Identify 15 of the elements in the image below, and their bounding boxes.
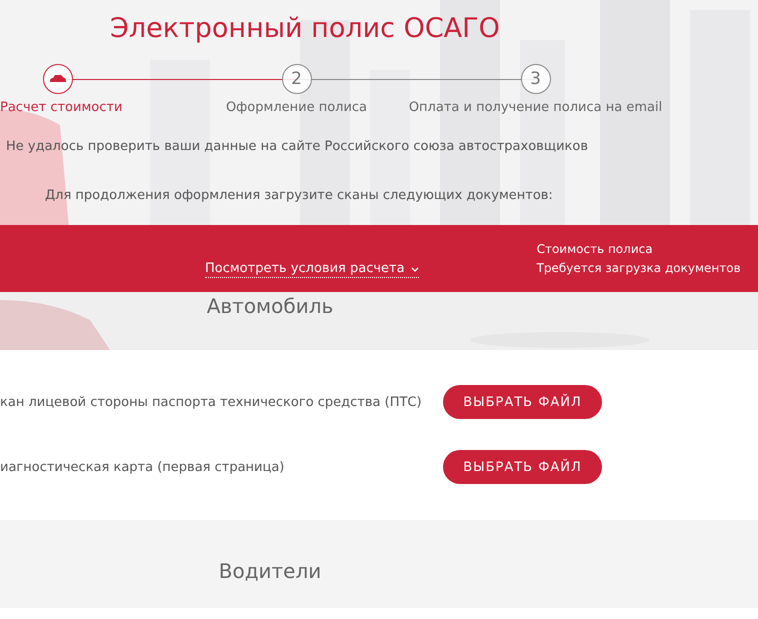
price-label: Стоимость полиса <box>536 241 654 258</box>
step-label: Оформление полиса <box>226 100 368 115</box>
price-status: Требуется загрузка документов <box>536 260 741 277</box>
section-title: Автомобиль <box>206 294 334 318</box>
step-label: Расчет стоимости <box>0 100 122 115</box>
section-title: Водители <box>218 559 322 583</box>
status-message: Не удалось проверить ваши данные на сайте Российского союза автостраховщиков <box>6 138 588 156</box>
document-label: кан лицевой стороны паспорта технического средства (ПТС) <box>0 394 423 410</box>
page-title: Электронный полис ОСАГО <box>110 12 500 46</box>
step-label: Оплата и получение полиса на email <box>408 100 662 115</box>
choose-file-button[interactable]: ВЫБРАТЬ ФАЙЛ <box>443 385 602 419</box>
conditions-link[interactable]: Посмотреть условия расчета <box>205 261 419 278</box>
status-message: Для продолжения оформления загрузите сканы следующих документов: <box>45 187 553 205</box>
document-label: иагностическая карта (первая страница) <box>0 460 286 474</box>
choose-file-button[interactable]: ВЫБРАТЬ ФАЙЛ <box>443 450 602 484</box>
